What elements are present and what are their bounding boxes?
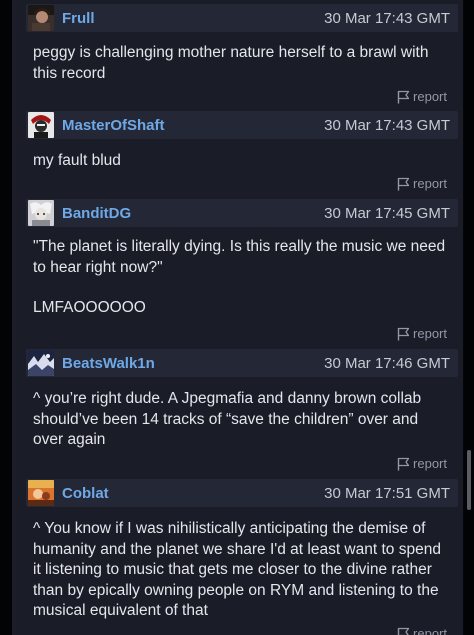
comment-thread: Frull 30 Mar 17:43 GMT peggy is challeng… [0,0,474,635]
comment-text: "The planet is literally dying. Is this … [33,238,446,276]
flag-icon [397,457,410,470]
comment-text: ^ You know if I was nihilistically antic… [33,520,441,619]
report-label: report [413,89,447,104]
comment-header: Frull 30 Mar 17:43 GMT [26,4,458,32]
comment-body: ^ You know if I was nihilistically antic… [33,519,448,622]
report-button[interactable]: report [397,89,447,104]
comment-timestamp: 30 Mar 17:43 GMT [324,117,450,134]
username-link[interactable]: Coblat [62,485,109,502]
user-avatar-icon[interactable] [28,5,54,31]
comment-text: ^ you’re right dude. A Jpegmafia and dan… [33,390,422,448]
comment-header: BanditDG 30 Mar 17:45 GMT [26,199,458,227]
scrollbar-thumb[interactable] [467,450,471,510]
comment-timestamp: 30 Mar 17:43 GMT [324,10,450,27]
left-edge [0,0,12,635]
flag-icon [397,90,410,103]
comment-header: BeatsWalk1n 30 Mar 17:46 GMT [26,349,458,377]
right-edge [464,0,474,635]
comment-body: ^ you’re right dude. A Jpegmafia and dan… [33,389,448,451]
user-avatar-icon[interactable] [28,480,54,506]
report-label: report [413,456,447,471]
comment-timestamp: 30 Mar 17:51 GMT [324,485,450,502]
report-button[interactable]: report [397,326,447,341]
comment-text: my fault blud [33,152,121,169]
report-button[interactable]: report [397,456,447,471]
user-avatar-icon[interactable] [28,200,54,226]
comment-text: peggy is challenging mother nature herse… [33,44,429,82]
comment-timestamp: 30 Mar 17:46 GMT [324,355,450,372]
username-link[interactable]: BanditDG [62,205,131,222]
comment-body: peggy is challenging mother nature herse… [33,43,448,84]
report-button[interactable]: report [397,176,447,191]
comment-header: MasterOfShaft 30 Mar 17:43 GMT [26,111,458,139]
report-label: report [413,176,447,191]
flag-icon [397,627,410,635]
comment-header: Coblat 30 Mar 17:51 GMT [26,479,458,507]
flag-icon [397,327,410,340]
username-link[interactable]: BeatsWalk1n [62,355,155,372]
comment-body: "The planet is literally dying. Is this … [33,237,448,319]
flag-icon [397,177,410,190]
report-label: report [413,326,447,341]
username-link[interactable]: MasterOfShaft [62,117,165,134]
user-avatar-icon[interactable] [28,112,54,138]
comment-text: LMFAOOOOOO [33,299,146,316]
comment-timestamp: 30 Mar 17:45 GMT [324,205,450,222]
report-label: report [413,626,447,635]
user-avatar-icon[interactable] [28,350,54,376]
comment-body: my fault blud [33,151,448,172]
username-link[interactable]: Frull [62,10,95,27]
report-button[interactable]: report [397,626,447,635]
